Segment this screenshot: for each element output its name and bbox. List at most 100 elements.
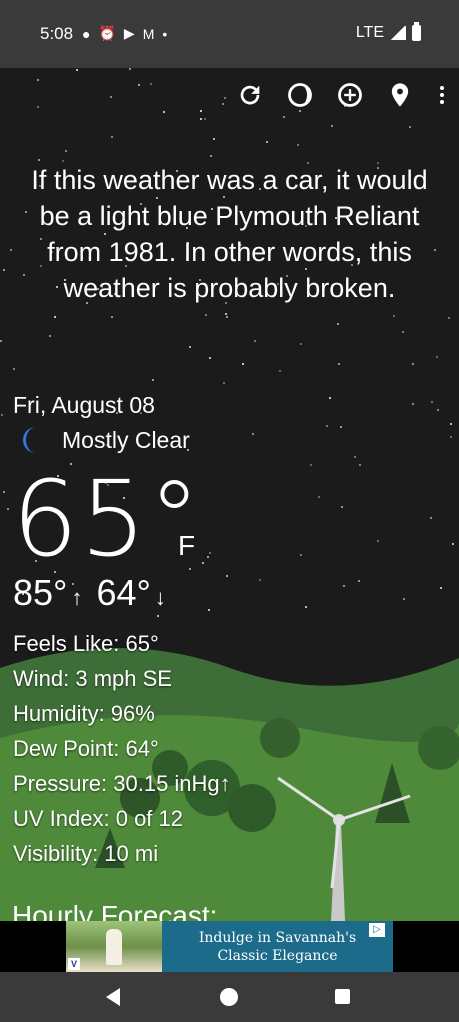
temperature-unit: F [178,530,196,561]
star [431,401,433,403]
crescent-moon-icon [23,427,36,453]
star [450,436,452,438]
star [412,403,414,405]
alarm-icon: ⏰ [98,25,116,41]
star [440,587,442,589]
star [450,423,452,425]
star [213,138,215,140]
star [377,540,379,542]
ad-content[interactable]: V Indulge in Savannah's Classic Elegance… [66,921,393,972]
hourly-forecast-heading: Hourly Forecast: [12,900,218,922]
ad-line-2: Classic Elegance [217,947,338,964]
star [76,69,78,71]
current-temperature: 65° [12,458,203,580]
network-label: LTE [355,24,384,41]
visibility: Visibility: 10 mi [13,841,159,866]
star [110,96,112,98]
star [205,314,207,316]
star [224,97,226,99]
star [225,313,227,315]
star [409,126,411,128]
star [340,426,342,428]
add-location-icon[interactable] [335,80,365,110]
star [157,615,159,617]
star [0,340,2,342]
status-right: LTE [355,22,421,42]
notification-icons: ● ⏰ ▶ M • [82,25,167,42]
star [1,414,3,416]
star [337,323,339,325]
star [437,409,439,411]
back-icon[interactable] [106,988,120,1006]
star [222,103,224,105]
down-arrow-icon: ↓ [154,585,166,610]
star [7,508,9,510]
star [152,379,154,381]
condition-row: Mostly Clear [16,424,190,456]
star [338,363,340,365]
gmail-icon: M [142,25,155,42]
star [111,316,113,318]
ad-choices-icon[interactable]: ▷ [369,923,385,937]
star [300,554,302,556]
star [10,249,12,251]
star [3,269,5,271]
star [129,68,131,70]
star [412,363,414,365]
star [299,110,301,112]
star [297,144,299,146]
star [226,575,228,577]
star [209,357,211,359]
ad-line-1: Indulge in Savannah's [198,929,357,946]
star [65,150,67,152]
star [329,397,331,399]
star [189,346,191,348]
dew-point: Dew Point: 64° [13,736,159,761]
high-temp: 85° [13,572,68,613]
ad-text: Indulge in Savannah's Classic Elegance [162,929,393,965]
star [403,598,405,600]
star [358,580,360,582]
moon-phase-icon[interactable] [285,80,315,110]
star [204,118,206,120]
location-pin-icon[interactable] [385,80,415,110]
star [343,585,345,587]
status-time: 5:08 [40,24,74,43]
ad-banner: V Indulge in Savannah's Classic Elegance… [0,921,459,972]
dot-icon: • [162,25,168,42]
refresh-icon[interactable] [235,80,265,110]
star [223,382,225,384]
star [54,316,56,318]
star [111,136,113,138]
wind: Wind: 3 mph SE [13,666,172,691]
star [49,335,51,337]
star [13,368,15,370]
overflow-menu-icon[interactable] [435,86,449,104]
star [37,106,39,108]
recent-apps-icon[interactable] [335,989,350,1004]
ad-logo: V [68,958,80,970]
star [402,331,404,333]
star [254,340,256,342]
star [300,343,302,345]
star [310,464,312,466]
star [341,506,343,508]
star [242,363,244,365]
condition-text: Mostly Clear [62,426,190,453]
star [359,464,361,466]
star [252,433,254,435]
uv-index: UV Index: 0 of 12 [13,806,183,831]
ad-image: V [66,921,162,972]
feels-like: Feels Like: 65° [13,631,159,656]
star [430,517,432,519]
star [163,111,165,113]
star [279,370,281,372]
humidity: Humidity: 96% [13,701,155,726]
star [3,491,5,493]
weather-quip: If this weather was a car, it would be a… [31,165,428,303]
star [305,606,307,608]
star [259,579,261,581]
star [150,83,152,85]
home-icon[interactable] [220,988,238,1006]
star [226,316,228,318]
